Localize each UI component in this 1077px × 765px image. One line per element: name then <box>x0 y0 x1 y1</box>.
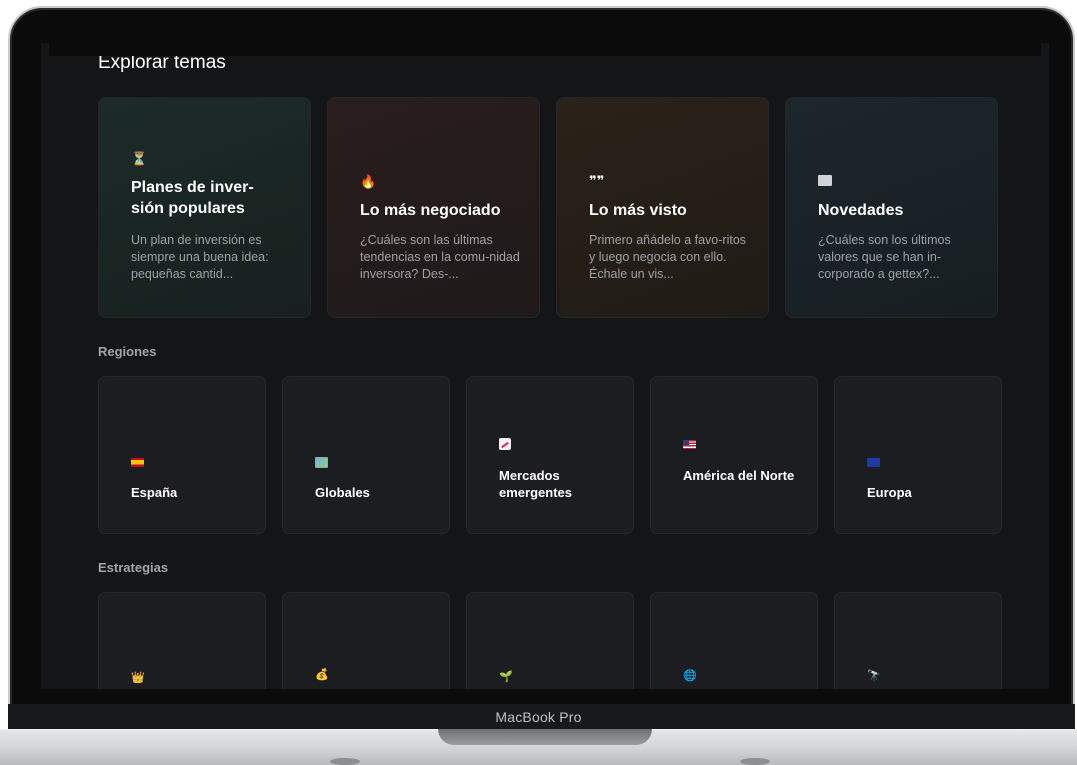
fire-icon: 🔥 <box>360 174 377 189</box>
topic-card-popular-plans[interactable]: ⏳ Planes de inver- sión populares Un pla… <box>98 97 311 318</box>
laptop-notch <box>438 729 652 745</box>
strategy-tile[interactable]: 🔭 <box>834 592 1002 689</box>
money-bag-icon: 💰 <box>315 669 329 681</box>
region-label: América del Norte <box>683 468 795 483</box>
topic-card-most-viewed[interactable]: ❞❞ Lo más visto Primero añádelo a favo-r… <box>556 97 769 318</box>
laptop-foot <box>330 758 360 765</box>
app-screen: Explorar temas ⏳ Planes de inver- sión p… <box>41 43 1049 689</box>
explore-page: Explorar temas ⏳ Planes de inver- sión p… <box>41 43 1049 689</box>
strategy-tile[interactable]: 👑 <box>98 592 266 689</box>
region-tile-global[interactable]: Globales <box>282 376 450 534</box>
section-title-regions: Regiones <box>98 344 157 359</box>
hourglass-icon: ⏳ <box>131 151 148 166</box>
region-label: Mercados emergentes <box>499 468 572 500</box>
brand-label: MacBook Pro <box>495 709 582 725</box>
topic-card-title: Lo más visto <box>589 202 687 219</box>
topic-card-new[interactable]: Novedades ¿Cuáles son los últimos valore… <box>785 97 998 318</box>
topic-card-title: Lo más negociado <box>360 202 501 219</box>
topic-card-title: Novedades <box>818 202 904 219</box>
section-title-strategies: Estrategias <box>98 560 169 575</box>
world-map-icon <box>315 457 328 471</box>
topic-card-description: ¿Cuáles son las últimas tendencias en la… <box>360 233 520 281</box>
strategy-tile[interactable]: 🌐 <box>650 592 818 689</box>
region-tile-europe[interactable]: Europa <box>834 376 1002 534</box>
globe-icon: 🌐 <box>683 670 697 682</box>
spain-flag-icon <box>131 458 144 470</box>
newspaper-icon <box>818 175 832 188</box>
chart-increasing-icon <box>499 438 511 453</box>
topic-card-description: Un plan de inversión es siempre una buen… <box>131 233 269 281</box>
topic-card-description: Primero añádelo a favo-ritos y luego neg… <box>589 233 747 281</box>
screen-top-bezel <box>49 43 1041 56</box>
telescope-icon: 🔭 <box>867 670 881 682</box>
topic-card-title: Planes de inver- sión populares <box>131 179 254 217</box>
topic-card-most-traded[interactable]: 🔥 Lo más negociado ¿Cuáles son las últim… <box>327 97 540 318</box>
topic-card-description: ¿Cuáles son los últimos valores que se h… <box>818 233 951 281</box>
region-label: Europa <box>867 485 912 500</box>
strategy-tile[interactable]: 🌱 <box>466 592 634 689</box>
region-label: España <box>131 485 178 500</box>
laptop-foot <box>740 758 770 765</box>
usa-flag-icon <box>683 440 696 452</box>
eu-flag-icon <box>867 458 880 470</box>
strategy-tile[interactable]: 💰 <box>282 592 450 689</box>
region-tile-spain[interactable]: España <box>98 376 266 534</box>
quote-icon: ❞❞ <box>589 173 605 188</box>
region-label: Globales <box>315 485 370 500</box>
region-tile-north-america[interactable]: América del Norte <box>650 376 818 534</box>
crown-icon: 👑 <box>131 672 145 684</box>
macbook-frame: Explorar temas ⏳ Planes de inver- sión p… <box>0 0 1077 765</box>
region-tile-emerging-markets[interactable]: Mercados emergentes <box>466 376 634 534</box>
seedling-icon: 🌱 <box>499 671 513 683</box>
